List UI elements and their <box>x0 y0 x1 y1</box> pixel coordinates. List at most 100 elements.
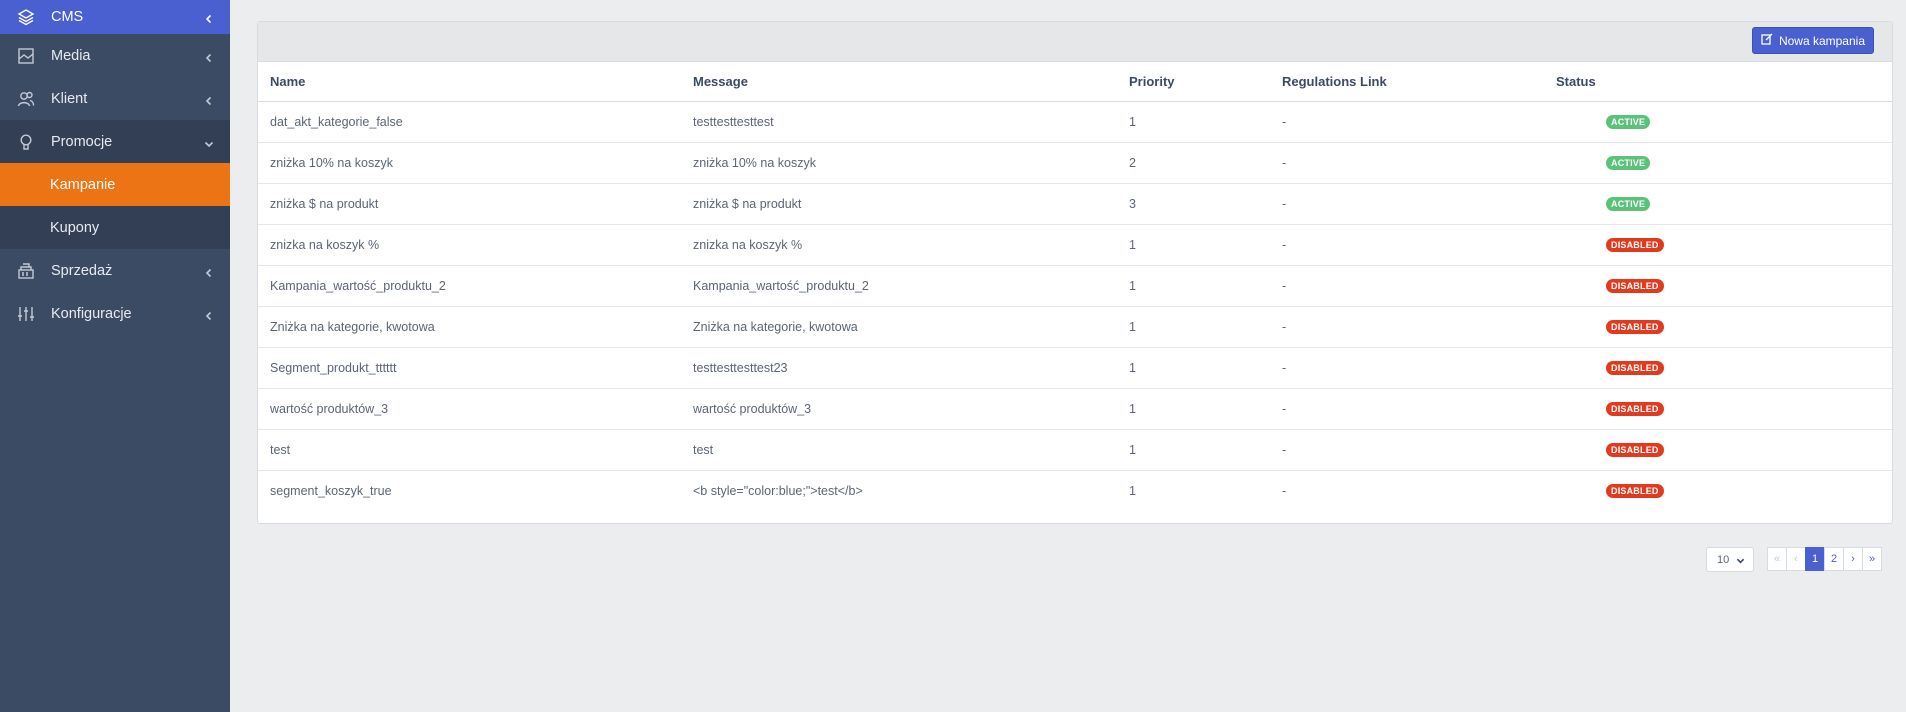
campaigns-table: Name Message Priority Regulations Link S… <box>258 62 1892 511</box>
sidebar: CMS Media Klient Promocje Kampanie Kupon… <box>0 0 230 712</box>
sidebar-item-label: Kampanie <box>50 176 116 193</box>
sidebar-item-promocje[interactable]: Promocje <box>0 120 230 163</box>
cell-status: DISABLED <box>1544 388 1892 430</box>
sidebar-item-kupony[interactable]: Kupony <box>0 206 230 249</box>
cell-regulations-link: - <box>1270 224 1544 266</box>
cell-priority: 1 <box>1117 101 1270 143</box>
cell-name: dat_akt_kategorie_false <box>258 101 681 143</box>
cell-message: test <box>681 429 1117 471</box>
cell-regulations-link: - <box>1270 183 1544 225</box>
sidebar-item-label: CMS <box>51 9 84 25</box>
sidebar-item-kampanie[interactable]: Kampanie <box>0 163 230 206</box>
column-header-regulations-link[interactable]: Regulations Link <box>1270 62 1544 102</box>
pagination-next[interactable]: › <box>1843 547 1863 571</box>
layers-icon <box>17 8 35 26</box>
cell-name: zniżka 10% na koszyk <box>258 142 681 184</box>
column-header-message[interactable]: Message <box>681 62 1117 102</box>
sidebar-item-label: Promocje <box>51 133 113 150</box>
cell-name: znizka na koszyk % <box>258 224 681 266</box>
edit-icon <box>1761 33 1773 48</box>
cell-message: Kampania_wartość_produktu_2 <box>681 265 1117 307</box>
cell-message: testtesttesttest23 <box>681 347 1117 389</box>
cell-regulations-link: - <box>1270 388 1544 430</box>
page-size-select[interactable]: 10 <box>1706 547 1754 572</box>
new-campaign-label: Nowa kampania <box>1778 33 1865 48</box>
column-header-priority[interactable]: Priority <box>1117 62 1270 102</box>
status-badge: DISABLED <box>1606 279 1664 293</box>
cell-priority: 1 <box>1117 388 1270 430</box>
table-header-row: Name Message Priority Regulations Link S… <box>258 62 1892 102</box>
pagination: « ‹ 1 2 › » <box>1767 547 1882 571</box>
cash-register-icon <box>17 262 35 280</box>
status-badge: DISABLED <box>1606 361 1664 375</box>
pagination-page-2[interactable]: 2 <box>1824 547 1844 571</box>
sliders-icon <box>17 305 35 323</box>
status-badge: DISABLED <box>1606 320 1664 334</box>
chevron-left-icon <box>204 266 214 277</box>
chevron-left-icon <box>204 12 214 24</box>
pagination-last[interactable]: » <box>1862 547 1882 571</box>
cell-name: Kampania_wartość_produktu_2 <box>258 265 681 307</box>
table-row[interactable]: Zniżka na kategorie, kwotowa Zniżka na ka… <box>258 306 1892 348</box>
cell-regulations-link: - <box>1270 429 1544 471</box>
status-badge: DISABLED <box>1606 238 1664 252</box>
sidebar-item-sprzedaz[interactable]: Sprzedaż <box>0 249 230 292</box>
cell-status: ACTIVE <box>1544 142 1892 184</box>
sidebar-item-konfiguracje[interactable]: Konfiguracje <box>0 292 230 335</box>
table-row[interactable]: test test 1- DISABLED <box>258 429 1892 471</box>
table-row[interactable]: wartość produktów_3 wartość produktów_3 1-… <box>258 388 1892 430</box>
cell-message: zniżka $ na produkt <box>681 183 1117 225</box>
cell-priority: 1 <box>1129 483 1136 498</box>
cell-status: DISABLED <box>1544 224 1892 266</box>
table-row[interactable]: dat_akt_kategorie_false testtesttesttest 1… <box>258 101 1892 143</box>
cell-message: testtesttesttest <box>681 101 1117 143</box>
cell-message: Zniżka na kategorie, kwotowa <box>681 306 1117 348</box>
pagination-page-1[interactable]: 1 <box>1805 547 1825 571</box>
chevron-down-icon <box>204 137 214 147</box>
status-badge: ACTIVE <box>1606 197 1651 211</box>
cell-name: zniżka $ na produkt <box>258 183 681 225</box>
chevron-left-icon <box>204 51 214 62</box>
card-header: Nowa kampania <box>258 22 1892 62</box>
table-row[interactable]: znizka na koszyk % znizka na koszyk % 1- DI… <box>258 224 1892 266</box>
sidebar-item-label: Sprzedaż <box>51 262 113 279</box>
lightbulb-icon <box>17 133 35 151</box>
status-badge: DISABLED <box>1606 484 1664 499</box>
new-campaign-button[interactable]: Nowa kampania <box>1751 27 1874 54</box>
cell-priority: 2 <box>1117 142 1270 184</box>
cell-name: Segment_produkt_tttttt <box>258 347 681 389</box>
table-row[interactable]: zniżka 10% na koszyk zniżka 10% na koszyk… <box>258 142 1892 184</box>
cell-priority: 1 <box>1117 224 1270 266</box>
cell-regulations-link: - <box>1270 101 1544 143</box>
cell-status: DISABLED <box>1544 265 1892 307</box>
cell-priority: 1 <box>1117 347 1270 389</box>
status-badge: ACTIVE <box>1606 115 1651 129</box>
sidebar-item-cms[interactable]: CMS <box>0 0 230 34</box>
sidebar-item-media[interactable]: Media <box>0 34 230 77</box>
cell-status: DISABLED <box>1544 470 1892 511</box>
cell-priority: 1 <box>1117 429 1270 471</box>
table-row[interactable]: Segment_produkt_tttttt testtesttesttest23… <box>258 347 1892 389</box>
sidebar-item-klient[interactable]: Klient <box>0 77 230 120</box>
pagination-first[interactable]: « <box>1767 547 1787 571</box>
cell-name: test <box>258 429 681 471</box>
image-icon <box>17 47 35 65</box>
campaigns-card: Nowa kampania Name Message Priority Regu… <box>257 21 1893 524</box>
page-size-value: 10 <box>1717 553 1730 566</box>
sidebar-item-label: Konfiguracje <box>51 305 132 322</box>
sidebar-item-label: Media <box>51 47 91 64</box>
cell-priority: 3 <box>1117 183 1270 225</box>
table-row[interactable]: segment_koszyk_true <b style="color:blue;… <box>258 470 1892 511</box>
column-header-status[interactable]: Status <box>1544 62 1892 102</box>
chevron-left-icon <box>204 94 214 105</box>
status-badge: ACTIVE <box>1606 156 1651 170</box>
cell-regulations-link: - <box>1270 306 1544 348</box>
column-header-name[interactable]: Name <box>258 62 681 102</box>
table-row[interactable]: Kampania_wartość_produktu_2 Kampania_wart… <box>258 265 1892 307</box>
cell-priority: 1 <box>1117 306 1270 348</box>
chevron-left-icon <box>204 309 214 320</box>
pagination-prev[interactable]: ‹ <box>1786 547 1806 571</box>
table-row[interactable]: zniżka $ na produkt zniżka $ na produkt 3-… <box>258 183 1892 225</box>
cell-regulations-link: - <box>1270 347 1544 389</box>
cell-message: zniżka 10% na koszyk <box>681 142 1117 184</box>
